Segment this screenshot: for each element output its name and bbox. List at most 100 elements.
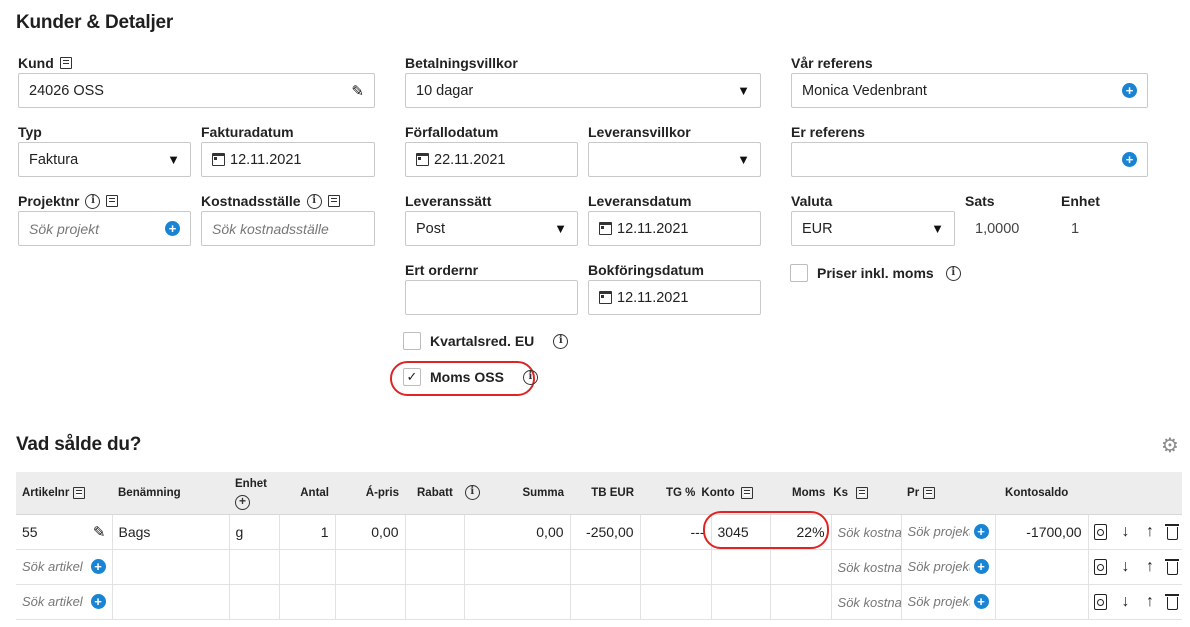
add-icon[interactable]: +	[90, 594, 106, 609]
document-search-icon[interactable]	[1094, 559, 1108, 576]
info-icon[interactable]: i	[464, 485, 480, 501]
benamning-cell[interactable]: Bags	[112, 514, 230, 550]
col-ks-label: Ks	[833, 486, 848, 499]
antal-cell[interactable]: 1	[279, 514, 336, 550]
info-icon[interactable]: i	[945, 265, 961, 281]
er-referens-input[interactable]: +	[791, 142, 1148, 177]
preview-cell	[1088, 584, 1114, 620]
add-column-icon[interactable]: +	[235, 494, 250, 510]
col-actions-1	[1088, 472, 1114, 515]
trash-icon[interactable]	[1164, 594, 1179, 611]
sats-value: 1,0000	[975, 221, 1020, 237]
list-icon[interactable]	[59, 57, 72, 69]
add-icon[interactable]: +	[973, 559, 989, 574]
empty-cell[interactable]	[279, 584, 336, 620]
pr-cell[interactable]: Sök projekt +	[901, 549, 996, 585]
list-icon[interactable]	[855, 486, 868, 499]
info-icon[interactable]: i	[85, 193, 101, 209]
empty-cell[interactable]	[112, 584, 230, 620]
kostnadsstalle-label: Kostnadsställe i	[201, 193, 340, 209]
projektnr-input[interactable]: Sök projekt +	[18, 211, 191, 246]
add-icon[interactable]: +	[973, 594, 989, 609]
kvartalsred-label: Kvartalsred. EU	[430, 333, 535, 349]
rabatt-cell[interactable]	[405, 514, 465, 550]
empty-cell[interactable]	[335, 584, 406, 620]
list-icon[interactable]	[327, 195, 340, 207]
leveranssatt-select[interactable]: Post ▼	[405, 211, 578, 246]
empty-cell[interactable]	[229, 549, 280, 585]
pr-cell[interactable]: Sök projekt +	[901, 584, 996, 620]
list-icon[interactable]	[923, 486, 936, 499]
empty-cell[interactable]	[112, 549, 230, 585]
table-row: Sök artikel + Sök kostnadsställe Sök proj…	[16, 584, 1183, 620]
empty-cell[interactable]	[770, 584, 832, 620]
artikel-search-cell[interactable]: Sök artikel +	[16, 549, 113, 585]
pencil-icon[interactable]: ✎	[93, 523, 106, 541]
forfallodatum-input[interactable]: 22.11.2021	[405, 142, 578, 177]
moms-oss-checkbox[interactable]: ✓	[403, 368, 421, 386]
col-rabatt-label: Rabatt	[417, 486, 453, 499]
move-up-cell: ↑	[1138, 549, 1163, 585]
list-icon[interactable]	[740, 486, 753, 499]
add-icon[interactable]: +	[1122, 152, 1137, 167]
list-icon[interactable]	[73, 486, 86, 499]
apris-cell[interactable]: 0,00	[335, 514, 406, 550]
priser-inkl-moms-checkbox[interactable]	[790, 264, 808, 282]
arrow-down-icon[interactable]: ↓	[1122, 593, 1130, 610]
add-icon[interactable]: +	[90, 559, 106, 574]
ks-cell[interactable]: Sök kostnadsställe	[831, 549, 902, 585]
typ-select[interactable]: Faktura ▼	[18, 142, 191, 177]
empty-cell[interactable]	[405, 584, 465, 620]
empty-cell[interactable]	[405, 549, 465, 585]
arrow-up-icon[interactable]: ↑	[1146, 523, 1154, 540]
ks-cell[interactable]: Sök kostnadsställe	[831, 584, 902, 620]
kontosaldo-cell: -1700,00	[995, 514, 1089, 550]
leveransvillkor-select[interactable]: ▼	[588, 142, 761, 177]
kund-input[interactable]: 24026 OSS ✎	[18, 73, 375, 108]
info-icon[interactable]: i	[553, 333, 569, 349]
artikel-search-cell[interactable]: Sök artikel +	[16, 584, 113, 620]
highlight-oval	[703, 511, 829, 549]
betalningsvillkor-select[interactable]: 10 dagar ▼	[405, 73, 761, 108]
info-icon[interactable]: i	[522, 369, 538, 385]
pr-cell[interactable]: Sök projekt +	[901, 514, 996, 550]
arrow-up-icon[interactable]: ↑	[1146, 593, 1154, 610]
delete-cell	[1162, 584, 1183, 620]
empty-cell[interactable]	[335, 549, 406, 585]
empty-cell[interactable]	[711, 584, 771, 620]
arrow-down-icon[interactable]: ↓	[1122, 523, 1130, 540]
bokforingsdatum-input[interactable]: 12.11.2021	[588, 280, 761, 315]
empty-cell[interactable]	[279, 549, 336, 585]
kund-label-text: Kund	[18, 55, 54, 71]
ks-cell[interactable]: Sök kostnadsställe	[831, 514, 902, 550]
document-search-icon[interactable]	[1094, 594, 1108, 611]
kostnadsstalle-input[interactable]: Sök kostnadsställe	[201, 211, 375, 246]
add-icon[interactable]: +	[973, 524, 989, 539]
info-icon[interactable]: i	[306, 193, 322, 209]
trash-icon[interactable]	[1164, 524, 1179, 541]
add-icon[interactable]: +	[1122, 83, 1137, 98]
empty-cell[interactable]	[229, 584, 280, 620]
col-enhet-label: Enhet	[235, 477, 267, 490]
leveransdatum-input[interactable]: 12.11.2021	[588, 211, 761, 246]
enhet-cell[interactable]: g	[229, 514, 280, 550]
list-icon[interactable]	[106, 195, 119, 207]
document-search-icon[interactable]	[1094, 524, 1108, 541]
add-icon[interactable]: +	[165, 221, 180, 236]
arrow-up-icon[interactable]: ↑	[1146, 558, 1154, 575]
empty-cell[interactable]	[711, 549, 771, 585]
artikelnr-cell[interactable]: 55 ✎	[16, 514, 113, 550]
trash-icon[interactable]	[1164, 559, 1179, 576]
fakturadatum-input[interactable]: 12.11.2021	[201, 142, 375, 177]
arrow-down-icon[interactable]: ↓	[1122, 558, 1130, 575]
empty-cell[interactable]	[770, 549, 832, 585]
kvartalsred-checkbox[interactable]	[403, 332, 421, 350]
gear-icon[interactable]: ⚙	[1161, 433, 1179, 458]
priser-inkl-moms-row: Priser inkl. moms i	[790, 264, 961, 282]
col-actions-3	[1138, 472, 1163, 515]
var-referens-input[interactable]: Monica Vedenbrant +	[791, 73, 1148, 108]
pencil-icon[interactable]: ✎	[351, 82, 364, 100]
valuta-select[interactable]: EUR ▼	[791, 211, 955, 246]
empty-cell	[995, 584, 1089, 620]
ert-ordernr-input[interactable]	[405, 280, 578, 315]
